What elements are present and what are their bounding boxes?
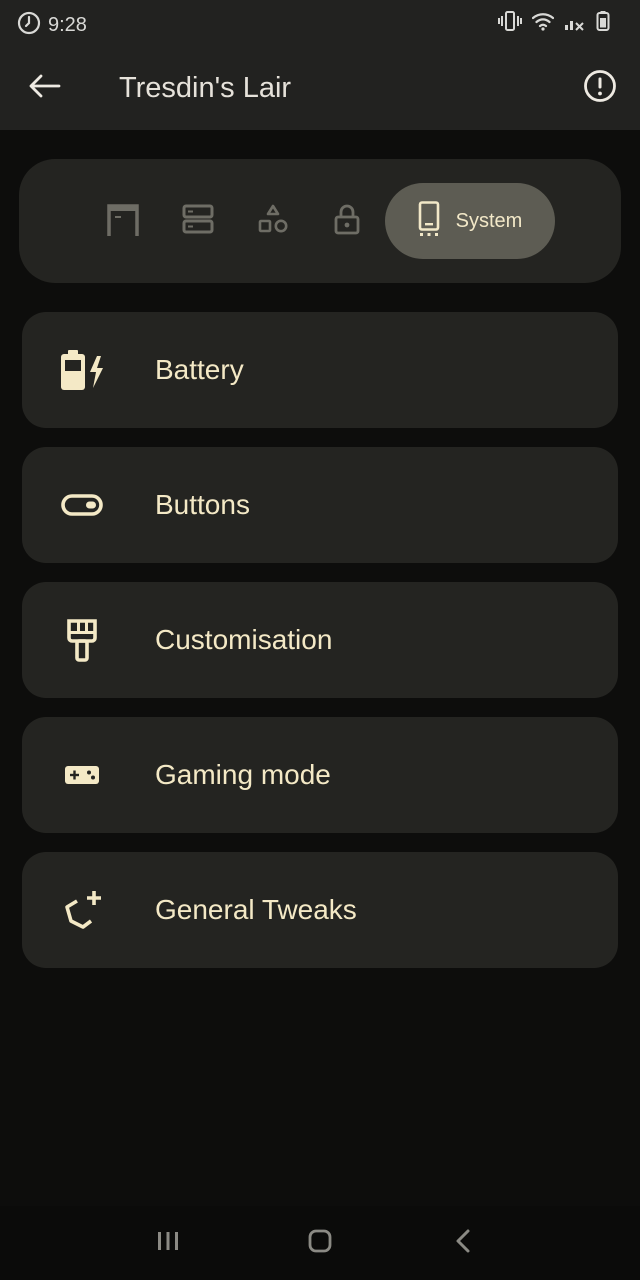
frame-icon <box>106 201 140 242</box>
status-bar: 9:28 <box>0 0 640 44</box>
alarm-icon <box>16 10 42 41</box>
lock-icon <box>333 203 361 240</box>
tab-frame[interactable] <box>101 183 145 259</box>
tab-storage[interactable] <box>176 183 220 259</box>
info-button[interactable] <box>580 68 620 108</box>
list-item-general-tweaks[interactable]: General Tweaks <box>22 852 618 968</box>
tab-lock[interactable] <box>325 183 369 259</box>
top-bar: 9:28 Tresdin's Lair <box>0 0 640 130</box>
phone-icon <box>418 200 440 242</box>
wifi-icon <box>531 11 555 36</box>
list-item-gaming-mode[interactable]: Gaming mode <box>22 717 618 833</box>
list-item-label: Battery <box>155 354 244 385</box>
status-time-group: 9:28 <box>16 10 87 41</box>
magic-tweaks-icon <box>58 886 106 934</box>
vibrate-icon <box>498 10 522 37</box>
arrow-left-icon <box>27 73 61 104</box>
app-bar: Tresdin's Lair <box>0 44 640 130</box>
list-item-customisation[interactable]: Customisation <box>22 582 618 698</box>
list-item-battery[interactable]: Battery <box>22 312 618 428</box>
battery-icon <box>596 10 610 37</box>
category-tabs: System <box>19 159 621 283</box>
back-icon <box>454 1228 472 1259</box>
status-time: 9:28 <box>48 14 87 36</box>
home-button[interactable] <box>300 1226 340 1260</box>
back-button[interactable] <box>20 66 68 110</box>
toggle-icon <box>58 481 106 529</box>
page-title: Tresdin's Lair <box>119 72 292 104</box>
navigation-bar <box>0 1206 640 1280</box>
tab-system[interactable]: System <box>385 183 555 259</box>
alert-circle-icon <box>583 69 617 108</box>
shapes-icon <box>257 203 289 240</box>
tab-system-label: System <box>455 209 523 232</box>
list-item-label: Gaming mode <box>155 759 331 790</box>
gamepad-icon <box>58 751 106 799</box>
list-item-label: Buttons <box>155 489 250 520</box>
battery-charging-icon <box>58 346 106 394</box>
signal-icon <box>564 11 586 36</box>
recent-apps-button[interactable] <box>148 1226 188 1260</box>
home-icon <box>307 1228 333 1259</box>
recent-apps-icon <box>156 1230 180 1257</box>
status-icons <box>498 10 610 37</box>
paint-brush-icon <box>58 616 106 664</box>
tab-shapes[interactable] <box>251 183 295 259</box>
screen: 9:28 Tresdin's Lair System Battery Butto… <box>0 0 640 1280</box>
list-item-buttons[interactable]: Buttons <box>22 447 618 563</box>
storage-icon <box>182 203 214 240</box>
list-item-label: General Tweaks <box>155 894 357 925</box>
list-item-label: Customisation <box>155 624 333 655</box>
nav-back-button[interactable] <box>443 1226 483 1260</box>
